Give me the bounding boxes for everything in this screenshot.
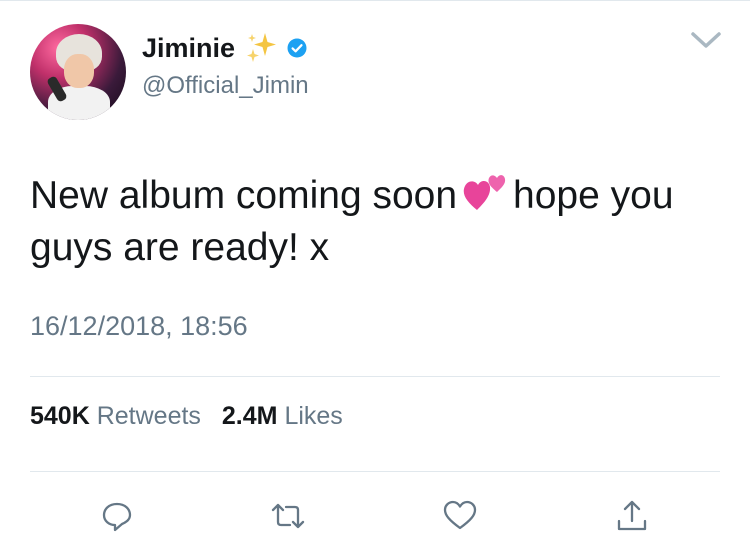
tweet-timestamp[interactable]: 16/12/2018, 18:56	[30, 309, 248, 343]
verified-badge-icon	[287, 38, 307, 58]
divider	[30, 376, 720, 377]
avatar-face	[64, 54, 94, 88]
sparkles-icon	[245, 31, 279, 65]
top-divider	[0, 0, 750, 1]
display-name[interactable]: Jiminie	[142, 32, 235, 64]
author-name-row[interactable]: Jiminie	[142, 32, 307, 64]
tweet-stats: 540K Retweets 2.4M Likes	[30, 399, 343, 433]
divider	[30, 471, 720, 472]
two-hearts-icon	[463, 172, 509, 214]
retweet-button[interactable]	[268, 496, 308, 536]
likes-count[interactable]: 2.4M	[222, 402, 278, 430]
tweet-text: New album coming soon hope you guys are r…	[30, 170, 690, 274]
tweet-text-part-1: New album coming soon	[30, 174, 458, 217]
like-icon	[443, 500, 477, 530]
reply-button[interactable]	[97, 496, 137, 536]
retweet-icon	[271, 503, 305, 529]
more-options-button[interactable]	[684, 26, 728, 54]
share-icon	[617, 500, 647, 531]
retweets-count[interactable]: 540K	[30, 402, 90, 430]
reply-icon	[102, 502, 132, 532]
handle[interactable]: @Official_Jimin	[142, 71, 309, 101]
avatar[interactable]	[30, 24, 126, 120]
share-button[interactable]	[612, 496, 652, 536]
chevron-down-icon	[691, 32, 721, 48]
likes-label[interactable]: Likes	[284, 402, 342, 430]
retweets-label[interactable]: Retweets	[97, 402, 201, 430]
like-button[interactable]	[440, 496, 480, 536]
